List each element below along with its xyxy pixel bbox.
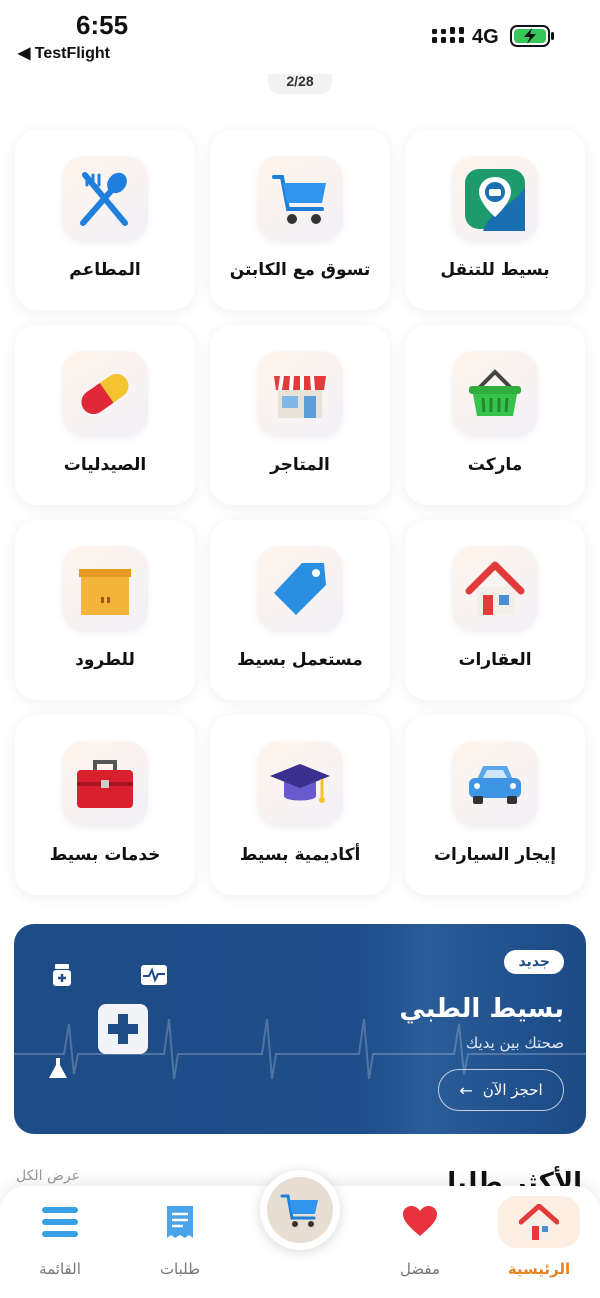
service-card-basit-services[interactable]: خدمات بسيط: [15, 715, 195, 895]
service-card-transport[interactable]: بسيط للتنقل: [405, 130, 585, 310]
book-now-button[interactable]: احجز الآن ←: [438, 1069, 564, 1111]
service-card-stores[interactable]: المتاجر: [210, 325, 390, 505]
service-label: ماركت: [467, 455, 523, 475]
shopping-cart-icon: [267, 1177, 333, 1243]
service-card-academy[interactable]: أكاديمية بسيط: [210, 715, 390, 895]
service-label: الصيدليات: [63, 455, 147, 475]
car-icon: [452, 741, 538, 827]
basket-icon: [452, 351, 538, 437]
service-label: خدمات بسيط: [49, 845, 161, 865]
nav-orders[interactable]: طلبات: [135, 1196, 225, 1291]
pill-icon: [62, 351, 148, 437]
service-card-pharmacies[interactable]: الصيدليات: [15, 325, 195, 505]
status-bar: 6:55 ◀ TestFlight 4G: [0, 0, 600, 70]
nav-menu-label: القائمة: [39, 1260, 81, 1278]
nav-orders-label: طلبات: [159, 1260, 201, 1278]
storefront-icon: [257, 351, 343, 437]
new-badge: جديد: [504, 950, 564, 974]
service-label: مستعمل بسيط: [237, 650, 363, 670]
arrow-left-icon: ←: [459, 1080, 473, 1100]
service-label: المطاعم: [69, 260, 141, 280]
receipt-icon: [139, 1196, 221, 1248]
service-label: إيجار السيارات: [433, 845, 557, 865]
medicine-bottle-icon: [53, 964, 71, 986]
heart-monitor-icon: [141, 965, 167, 985]
service-label: للطرود: [75, 650, 135, 670]
service-card-used-items[interactable]: مستعمل بسيط: [210, 520, 390, 700]
fork-spoon-icon: [62, 156, 148, 242]
medical-banner[interactable]: جديد بسيط الطبي صحتك بين يديك احجز الآن …: [14, 924, 586, 1134]
map-pin-car-icon: [452, 156, 538, 242]
nav-menu[interactable]: القائمة: [15, 1196, 105, 1291]
parcel-box-icon: [62, 546, 148, 632]
back-to-testflight-link[interactable]: ◀ TestFlight: [18, 43, 110, 63]
service-card-real-estate[interactable]: العقارات: [405, 520, 585, 700]
view-all-link[interactable]: عرض الكل: [16, 1168, 80, 1184]
service-card-restaurants[interactable]: المطاعم: [15, 130, 195, 310]
service-card-parcels[interactable]: للطرود: [15, 520, 195, 700]
graduation-cap-icon: [257, 741, 343, 827]
hamburger-menu-icon: [19, 1196, 101, 1248]
service-label: بسيط للتنقل: [440, 260, 550, 280]
status-time: 6:55: [76, 10, 129, 40]
house-icon: [452, 546, 538, 632]
shopping-cart-icon: [257, 156, 343, 242]
page-indicator: 2/28: [268, 74, 332, 94]
flask-icon: [49, 1058, 67, 1078]
banner-title: بسيط الطبي: [399, 994, 564, 1024]
service-label: تسوق مع الكابتن: [229, 260, 371, 280]
nav-home[interactable]: الرئيسية: [494, 1196, 584, 1291]
cart-fab-button[interactable]: [260, 1170, 340, 1250]
service-card-car-rental[interactable]: إيجار السيارات: [405, 715, 585, 895]
service-label: المتاجر: [270, 455, 330, 475]
service-label: أكاديمية بسيط: [239, 845, 361, 865]
nav-favorites-label: مفضل: [400, 1260, 440, 1278]
book-now-label: احجز الآن: [482, 1081, 543, 1099]
cellular-signal-icon: [432, 27, 464, 43]
medical-cross-icon: [98, 1004, 148, 1054]
service-card-market[interactable]: ماركت: [405, 325, 585, 505]
toolbox-icon: [62, 741, 148, 827]
banner-subtitle: صحتك بين يديك: [465, 1034, 564, 1052]
nav-home-label: الرئيسية: [507, 1260, 571, 1278]
battery-charging-icon: [510, 25, 554, 47]
nav-favorites[interactable]: مفضل: [375, 1196, 465, 1291]
service-card-captain-shopping[interactable]: تسوق مع الكابتن: [210, 130, 390, 310]
network-type: 4G: [472, 26, 499, 48]
price-tag-icon: [257, 546, 343, 632]
heart-icon: [379, 1196, 461, 1248]
service-label: العقارات: [458, 650, 532, 670]
home-icon: [498, 1196, 580, 1248]
